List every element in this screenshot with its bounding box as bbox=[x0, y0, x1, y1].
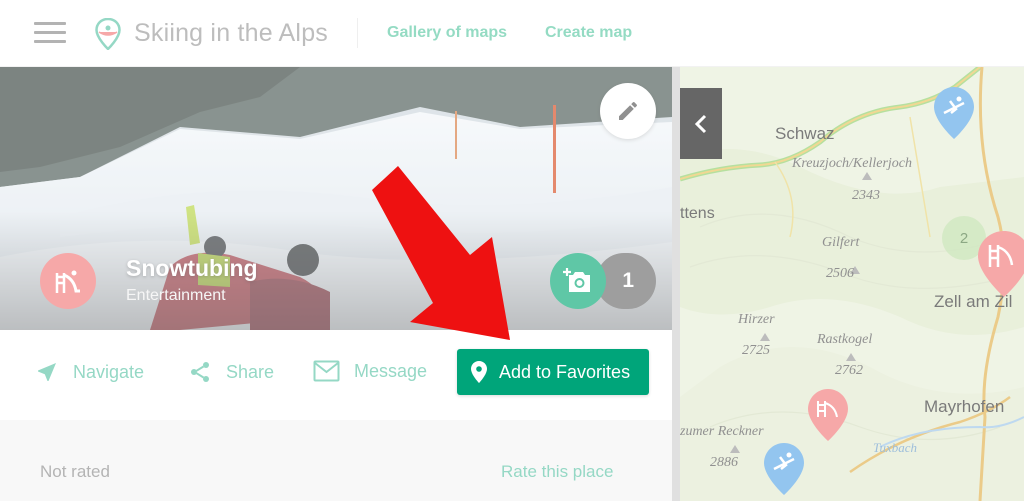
map-label-kreuzjoch: Kreuzjoch/Kellerjoch bbox=[791, 156, 912, 171]
place-category: Entertainment bbox=[126, 287, 226, 304]
place-detail-panel: Snowtubing Entertainment 1 Navigate Shar… bbox=[0, 67, 672, 501]
add-to-favorites-label: Add to Favorites bbox=[499, 361, 631, 382]
top-header: Skiing in the Alps Gallery of maps Creat… bbox=[0, 0, 1024, 67]
rate-this-place-link[interactable]: Rate this place bbox=[501, 462, 613, 482]
place-name: Snowtubing bbox=[126, 255, 258, 281]
app-title: Skiing in the Alps bbox=[134, 19, 328, 47]
logo-pin-icon bbox=[95, 18, 121, 50]
slide-icon bbox=[55, 270, 80, 293]
rating-status: Not rated bbox=[40, 462, 110, 481]
map-label-rastkogel: Rastkogel bbox=[816, 332, 872, 347]
share-icon bbox=[191, 362, 209, 382]
map-label-2506: 2506 bbox=[826, 266, 854, 281]
collapse-panel-button[interactable] bbox=[680, 88, 722, 159]
map-view[interactable]: Schwaz Kreuzjoch/Kellerjoch 2343 ttens G… bbox=[680, 67, 1024, 501]
category-icon-badge bbox=[40, 253, 96, 309]
edit-button[interactable] bbox=[600, 83, 656, 139]
chevron-left-icon bbox=[694, 114, 707, 133]
topographic-map: Schwaz Kreuzjoch/Kellerjoch 2343 ttens G… bbox=[680, 67, 1024, 501]
map-label-tuxbach: Tuxbach bbox=[873, 440, 917, 455]
map-label-2886: 2886 bbox=[710, 455, 738, 470]
map-label-ttens: ttens bbox=[680, 205, 715, 222]
camera-plus-icon bbox=[563, 268, 590, 292]
message-label: Message bbox=[354, 360, 428, 381]
map-label-2725: 2725 bbox=[742, 343, 770, 358]
map-label-reckner: zumer Reckner bbox=[680, 424, 764, 439]
nav-gallery-of-maps[interactable]: Gallery of maps bbox=[387, 24, 507, 42]
pencil-icon bbox=[619, 102, 637, 120]
map-label-schwaz: Schwaz bbox=[775, 124, 835, 143]
navigate-label: Navigate bbox=[73, 361, 145, 382]
share-action[interactable]: Share bbox=[188, 360, 274, 384]
message-action[interactable]: Message bbox=[313, 360, 427, 382]
map-label-2762: 2762 bbox=[835, 363, 863, 378]
add-photo-button[interactable] bbox=[550, 253, 606, 309]
map-label-mayrhofen: Mayrhofen bbox=[924, 397, 1004, 416]
map-pin-icon bbox=[471, 361, 487, 383]
app: Skiing in the Alps Gallery of maps Creat… bbox=[0, 0, 1024, 501]
svg-text:2: 2 bbox=[960, 230, 968, 247]
share-label: Share bbox=[226, 361, 275, 382]
map-label-hirzer: Hirzer bbox=[737, 312, 775, 327]
envelope-icon bbox=[313, 360, 340, 382]
place-photo[interactable]: Snowtubing Entertainment 1 bbox=[0, 67, 672, 330]
add-to-favorites-button[interactable]: Add to Favorites bbox=[457, 349, 649, 395]
map-label-2343: 2343 bbox=[852, 188, 880, 203]
menu-icon[interactable] bbox=[34, 22, 66, 44]
map-label-zell-am-ziller: Zell am Zil bbox=[934, 292, 1012, 311]
map-label-gilfert: Gilfert bbox=[822, 235, 860, 250]
rating-section: Not rated Rate this place bbox=[0, 420, 672, 501]
navigate-action[interactable]: Navigate bbox=[35, 360, 144, 384]
panel-splitter[interactable] bbox=[672, 67, 680, 501]
navigate-arrow-icon bbox=[38, 363, 56, 381]
header-divider bbox=[357, 18, 358, 48]
nav-create-map[interactable]: Create map bbox=[545, 24, 632, 42]
